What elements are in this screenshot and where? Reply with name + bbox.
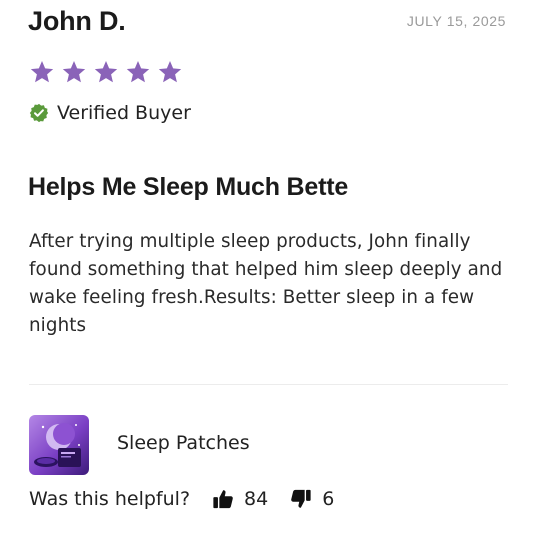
star-icon <box>126 60 150 83</box>
thumbs-up-icon <box>213 490 233 509</box>
helpful-votes: Was this helpful? 84 6 <box>29 488 334 510</box>
star-icon <box>94 60 118 83</box>
divider <box>29 384 508 385</box>
star-icon <box>158 60 182 83</box>
star-icon <box>62 60 86 83</box>
helpful-question: Was this helpful? <box>29 488 191 510</box>
upvote-count: 84 <box>244 488 269 510</box>
product-thumbnail[interactable] <box>29 415 89 475</box>
star-rating <box>29 59 183 85</box>
downvote-count: 6 <box>322 488 335 510</box>
upvote-button[interactable]: 84 <box>212 488 268 510</box>
thumbs-down-icon <box>291 489 311 508</box>
review-title: Helps Me Sleep Much Bette <box>28 173 349 201</box>
reviewer-name: John D. <box>28 6 126 36</box>
check-badge-icon <box>29 103 49 123</box>
verified-buyer-label: Verified Buyer <box>57 102 191 124</box>
verified-buyer-badge: Verified Buyer <box>29 102 191 124</box>
product-name[interactable]: Sleep Patches <box>117 432 250 454</box>
review-date: JULY 15, 2025 <box>406 13 506 29</box>
review-body: After trying multiple sleep products, Jo… <box>29 231 503 336</box>
downvote-button[interactable]: 6 <box>290 488 334 510</box>
star-icon <box>30 60 54 83</box>
